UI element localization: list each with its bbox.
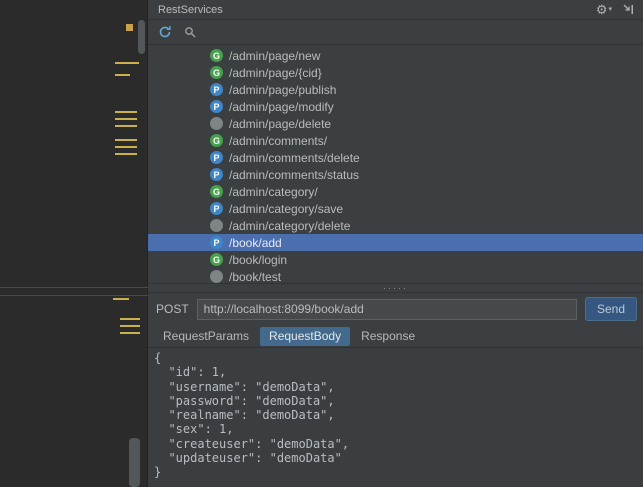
editor-highlight-marker — [120, 332, 140, 334]
get-method-icon: G — [210, 253, 223, 266]
endpoint-row[interactable]: G/admin/category/ — [148, 183, 643, 200]
editor-area[interactable] — [0, 0, 148, 487]
editor-split-line — [0, 287, 148, 288]
endpoint-path: /admin/comments/delete — [229, 150, 360, 165]
endpoint-path: /admin/comments/ — [229, 133, 328, 148]
other-method-icon — [210, 117, 223, 130]
tab-requestbody[interactable]: RequestBody — [260, 326, 351, 346]
endpoint-path: /admin/page/new — [229, 48, 321, 63]
editor-highlight-marker — [115, 62, 139, 64]
endpoint-path: /admin/category/delete — [229, 218, 351, 233]
other-method-icon — [210, 219, 223, 232]
endpoint-row[interactable]: P/admin/page/modify — [148, 98, 643, 115]
hide-icon[interactable] — [622, 3, 635, 16]
get-method-icon: G — [210, 66, 223, 79]
chevron-down-icon: ▾ — [608, 6, 612, 13]
panel-header-actions: ⚙ ▾ — [596, 3, 635, 16]
post-method-icon: P — [210, 236, 223, 249]
editor-highlight-marker — [115, 153, 137, 155]
get-method-icon: G — [210, 134, 223, 147]
tab-requestparams[interactable]: RequestParams — [154, 327, 258, 346]
endpoint-tree[interactable]: G/admin/page/new G/admin/page/{cid} P/admi… — [148, 45, 643, 283]
post-method-icon: P — [210, 202, 223, 215]
post-method-icon: P — [210, 100, 223, 113]
endpoint-path: /admin/category/ — [229, 184, 318, 199]
endpoint-row[interactable]: /book/test — [148, 268, 643, 283]
editor-bookmark-marker — [126, 24, 133, 31]
search-icon[interactable] — [184, 26, 197, 39]
endpoint-row[interactable]: /admin/category/delete — [148, 217, 643, 234]
editor-highlight-marker — [115, 74, 130, 76]
gear-icon[interactable]: ⚙ ▾ — [596, 3, 612, 16]
endpoint-path: /book/test — [229, 269, 282, 284]
panel-title: RestServices — [158, 3, 223, 16]
editor-highlight-marker — [115, 139, 137, 141]
endpoint-path: /admin/page/modify — [229, 99, 334, 114]
endpoint-row[interactable]: G/book/login — [148, 251, 643, 268]
endpoint-path: /book/login — [229, 252, 288, 267]
panel-toolbar — [148, 20, 643, 45]
endpoint-row[interactable]: P/admin/category/save — [148, 200, 643, 217]
panel-header: RestServices ⚙ ▾ — [148, 0, 643, 20]
send-button[interactable]: Send — [585, 297, 637, 321]
refresh-icon[interactable] — [158, 25, 172, 39]
editor-highlight-marker — [120, 325, 140, 327]
endpoint-row[interactable]: G/admin/page/new — [148, 47, 643, 64]
post-method-icon: P — [210, 83, 223, 96]
panel-splitter[interactable]: ····· — [148, 283, 643, 293]
endpoint-row[interactable]: G/admin/page/{cid} — [148, 64, 643, 81]
editor-highlight-marker — [115, 125, 137, 127]
endpoint-row[interactable]: P/admin/comments/status — [148, 166, 643, 183]
endpoint-row[interactable]: /admin/page/delete — [148, 115, 643, 132]
endpoint-path: /admin/page/publish — [229, 82, 337, 97]
request-tabs: RequestParams RequestBody Response — [148, 325, 643, 347]
editor-scrollbar-thumb-bottom[interactable] — [129, 438, 140, 487]
endpoint-path: /admin/page/delete — [229, 116, 332, 131]
request-body-editor[interactable]: { "id": 1, "username": "demoData", "pass… — [148, 348, 643, 483]
endpoint-path: /admin/category/save — [229, 201, 344, 216]
editor-highlight-marker — [113, 298, 129, 300]
tab-response[interactable]: Response — [352, 327, 424, 346]
restservices-panel: RestServices ⚙ ▾ G /admin/page/new G /ad… — [148, 0, 643, 487]
editor-highlight-marker — [115, 111, 137, 113]
url-input[interactable] — [196, 298, 577, 320]
endpoint-path: /book/add — [229, 235, 282, 250]
endpoint-path: /admin/page/{cid} — [229, 65, 322, 80]
get-method-icon: G — [210, 49, 223, 62]
post-method-icon: P — [210, 151, 223, 164]
editor-highlight-marker — [115, 118, 137, 120]
other-method-icon — [210, 270, 223, 283]
post-method-icon: P — [210, 168, 223, 181]
endpoint-row[interactable]: P/admin/page/publish — [148, 81, 643, 98]
get-method-icon: G — [210, 185, 223, 198]
editor-highlight-marker — [115, 146, 137, 148]
endpoint-row[interactable]: P/book/add — [148, 234, 643, 251]
ide-screen: RestServices ⚙ ▾ G /admin/page/new G /ad… — [0, 0, 643, 487]
endpoint-row[interactable]: P/admin/comments/delete — [148, 149, 643, 166]
editor-highlight-marker — [120, 318, 140, 320]
editor-scrollbar-thumb[interactable] — [138, 20, 145, 54]
request-body-area: { "id": 1, "username": "demoData", "pass… — [148, 347, 643, 487]
editor-split-line — [0, 295, 148, 296]
endpoint-row[interactable]: G/admin/comments/ — [148, 132, 643, 149]
http-method-label: POST — [156, 302, 189, 316]
request-bar: POST Send — [148, 293, 643, 325]
endpoint-path: /admin/comments/status — [229, 167, 360, 182]
splitter-handle: ····· — [383, 283, 408, 293]
